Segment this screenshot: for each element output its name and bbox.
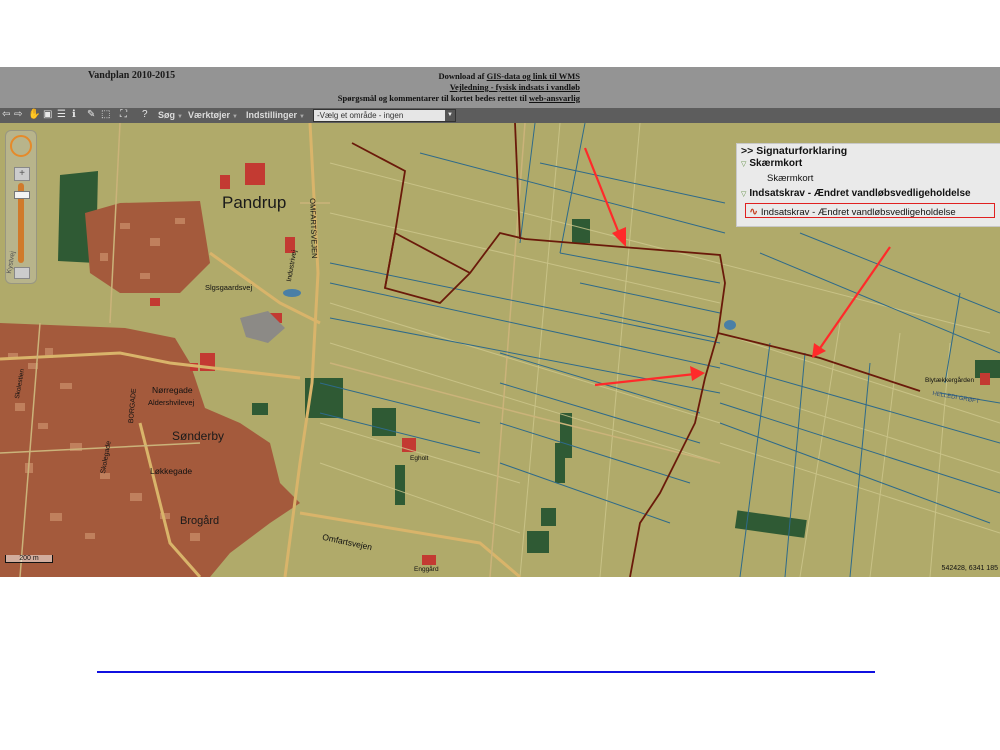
scale-bar: 200 m [5, 555, 53, 563]
list-icon[interactable]: ☰ [57, 109, 66, 121]
line-symbol-icon: ∿ [749, 206, 759, 218]
town-label-brogard: Brogård [180, 515, 220, 527]
menu-indstillinger[interactable]: Indstillinger ▼ [246, 109, 305, 124]
coordinate-readout: 542428, 6341 185 [941, 565, 998, 572]
menu-vaerktojer[interactable]: Værktøjer ▼ [188, 109, 238, 124]
select-icon[interactable]: ⬚ [101, 109, 110, 121]
town-label-pandrup: Pandrup [222, 193, 287, 212]
double-chevron-icon: >> [741, 145, 754, 157]
zoom-control: + [5, 130, 37, 284]
legend-panel: >> Signaturforklaring ▽ Skærmkort Skærmko… [736, 143, 1000, 227]
pan-hand-icon[interactable]: ✋ [28, 109, 40, 121]
road-label-norregade: Nørregade [152, 385, 193, 395]
place-label-enggard: Enggård [414, 566, 439, 573]
zoom-in-button[interactable]: + [14, 167, 30, 181]
zoom-out-button[interactable] [14, 267, 30, 279]
pan-compass-icon[interactable] [10, 135, 32, 157]
place-label-blytaekkergarden: Blytækkergården [925, 377, 975, 384]
zoom-slider-handle[interactable] [14, 191, 30, 199]
expand-triangle-icon: ▽ [741, 191, 747, 198]
menu-sog[interactable]: Søg ▼ [158, 109, 183, 124]
place-label-egholt: Egholt [410, 455, 429, 462]
vejledning-link-row: Vejledning - fysisk indsats i vandløb [450, 82, 580, 92]
area-select[interactable]: -Vælg et område - ingen ▼ [313, 109, 456, 122]
legend-group-indsatskrav[interactable]: ▽ Indsatskrav - Ændret vandløbsvedligehol… [741, 188, 971, 199]
town-label-sonderby: Sønderby [172, 429, 225, 443]
header-bar: Vandplan 2010-2015 Download af GIS-data … [0, 67, 1000, 108]
info-icon[interactable]: ℹ [72, 109, 76, 121]
measure-icon[interactable]: ⛶ [120, 109, 127, 121]
expand-triangle-icon: ▽ [741, 161, 747, 168]
dropdown-arrow-icon: ▼ [445, 110, 455, 121]
draw-icon[interactable]: ✎ [87, 109, 95, 121]
legend-item-skaermkort: Skærmkort [767, 173, 814, 184]
legend-group-skaermkort[interactable]: ▽ Skærmkort [741, 158, 802, 169]
road-label-aldershvilevej: Aldershvilevej [148, 398, 195, 407]
download-link-row: Download af GIS-data og link til WMS [438, 71, 580, 81]
map-canvas[interactable]: Pandrup Sønderby Brogård OMFARTSVEJEN Om… [0, 123, 1000, 577]
web-ansvarlig-link[interactable]: web-ansvarlig [529, 93, 580, 103]
gis-data-link[interactable]: GIS-data og link til WMS [487, 71, 580, 81]
contact-row: Spørgsmål og kommentarer til kortet bede… [337, 93, 580, 103]
vejledning-link[interactable]: Vejledning - fysisk indsats i vandløb [450, 82, 580, 92]
app-title: Vandplan 2010-2015 [88, 70, 176, 81]
road-label-lokkegade: Løkkegade [150, 466, 193, 476]
legend-item-indsatskrav: ∿ Indsatskrav - Ændret vandløbsvedligeho… [749, 206, 956, 218]
back-icon[interactable]: ⇦ [2, 109, 10, 121]
legend-heading[interactable]: >> Signaturforklaring [741, 145, 847, 157]
road-label-slagsgaardsvej: Slgsgaardsvej [205, 283, 253, 292]
toolbar: ⇦ ⇨ ✋ ▣ ☰ ℹ ✎ ⬚ ⛶ ? Søg ▼ Værktøjer ▼ Inds… [0, 108, 1000, 123]
horizontal-divider [97, 671, 875, 673]
help-icon[interactable]: ? [142, 109, 148, 121]
forward-icon[interactable]: ⇨ [14, 109, 22, 121]
map-application: Vandplan 2010-2015 Download af GIS-data … [0, 67, 1000, 577]
zoom-box-icon[interactable]: ▣ [43, 109, 52, 121]
